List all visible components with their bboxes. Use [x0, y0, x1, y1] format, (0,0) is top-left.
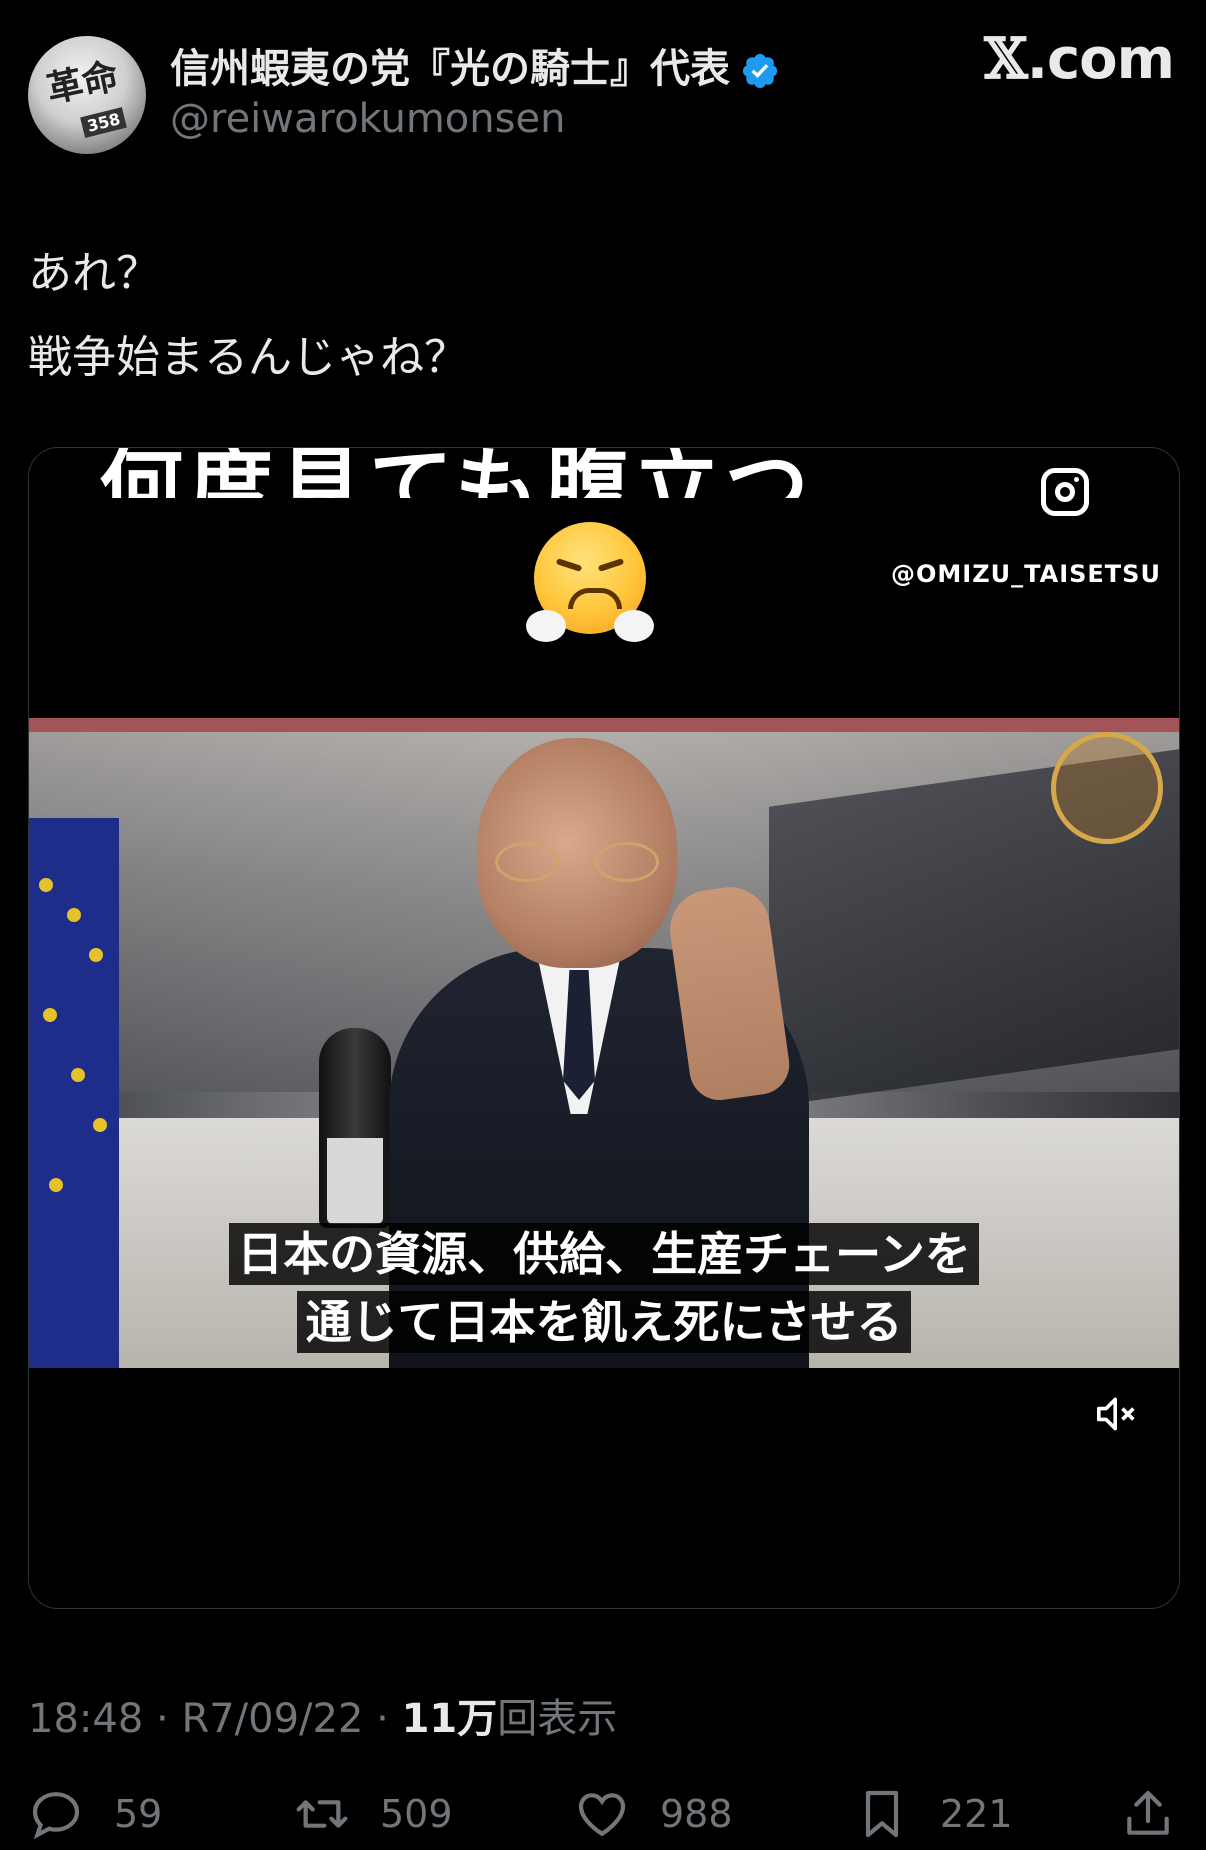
like-count: 988 — [660, 1792, 733, 1836]
instagram-icon — [1041, 468, 1089, 516]
display-name[interactable]: 信州蝦夷の党『光の騎士』代表 — [170, 46, 730, 92]
x-brand-logo: 𝕏.com — [984, 26, 1175, 92]
muted-speaker-icon[interactable] — [1095, 1394, 1139, 1434]
bookmark-button[interactable]: 221 — [854, 1778, 1013, 1850]
tweet-actions: 59 509 988 221 — [28, 1778, 1178, 1850]
video-frame[interactable]: 日本の資源、供給、生産チェーンを 通じて日本を飢え死にさせる — [29, 718, 1179, 1368]
tweet-meta: 18:48 · R7/09/22 · 11万回表示 — [28, 1686, 617, 1744]
display-name-row[interactable]: 信州蝦夷の党『光の騎士』代表 — [170, 36, 780, 94]
views-label: 回表示 — [497, 1696, 618, 1742]
repost-icon — [296, 1800, 348, 1828]
separator-dot: · — [156, 1696, 169, 1742]
video-overlay-title: 何度見ても腹立つ — [99, 447, 815, 498]
video-subtitle-line-1: 日本の資源、供給、生産チェーンを — [29, 1218, 1179, 1285]
avatar-text: 革命 — [43, 54, 123, 111]
brand-suffix: .com — [1026, 27, 1175, 92]
like-button[interactable]: 988 — [574, 1778, 733, 1850]
angry-steam-face-icon — [526, 522, 654, 642]
user-handle[interactable]: @reiwarokumonsen — [170, 96, 565, 142]
instagram-handle: @OMIZU_TAISETSU — [891, 560, 1161, 588]
reply-icon — [32, 1792, 80, 1840]
repost-count: 509 — [380, 1792, 453, 1836]
tweet-text: あれ？ 戦争始まるんじゃね？ — [28, 232, 468, 400]
avatar[interactable]: 革命 358 — [28, 36, 146, 154]
seal-logo-icon — [1051, 732, 1163, 844]
verified-badge-icon — [742, 53, 778, 89]
heart-icon — [578, 1793, 626, 1837]
microphone-image — [319, 1028, 391, 1228]
video-subtitle-line-2: 通じて日本を飢え死にさせる — [29, 1286, 1179, 1353]
bookmark-count: 221 — [940, 1792, 1013, 1836]
separator-dot: · — [376, 1696, 389, 1742]
avatar-number: 358 — [80, 107, 128, 138]
tweet-time[interactable]: 18:48 — [28, 1696, 143, 1742]
bookmark-icon — [865, 1790, 899, 1838]
x-logo-icon: 𝕏 — [984, 26, 1027, 92]
video-player[interactable]: 何度見ても腹立つ @OMIZU_TAISETSU 日本の資源、供給、生産チェーン… — [28, 447, 1180, 1609]
share-button[interactable] — [1120, 1778, 1176, 1850]
reply-count: 59 — [114, 1792, 163, 1836]
repost-button[interactable]: 509 — [294, 1778, 453, 1850]
views-count: 11万 — [401, 1696, 498, 1742]
tweet-line-2: 戦争始まるんじゃね？ — [28, 332, 468, 383]
reply-button[interactable]: 59 — [28, 1778, 162, 1850]
share-icon — [1127, 1790, 1169, 1835]
tweet-date[interactable]: R7/09/22 — [181, 1696, 363, 1742]
tweet-line-1: あれ？ — [28, 248, 160, 299]
